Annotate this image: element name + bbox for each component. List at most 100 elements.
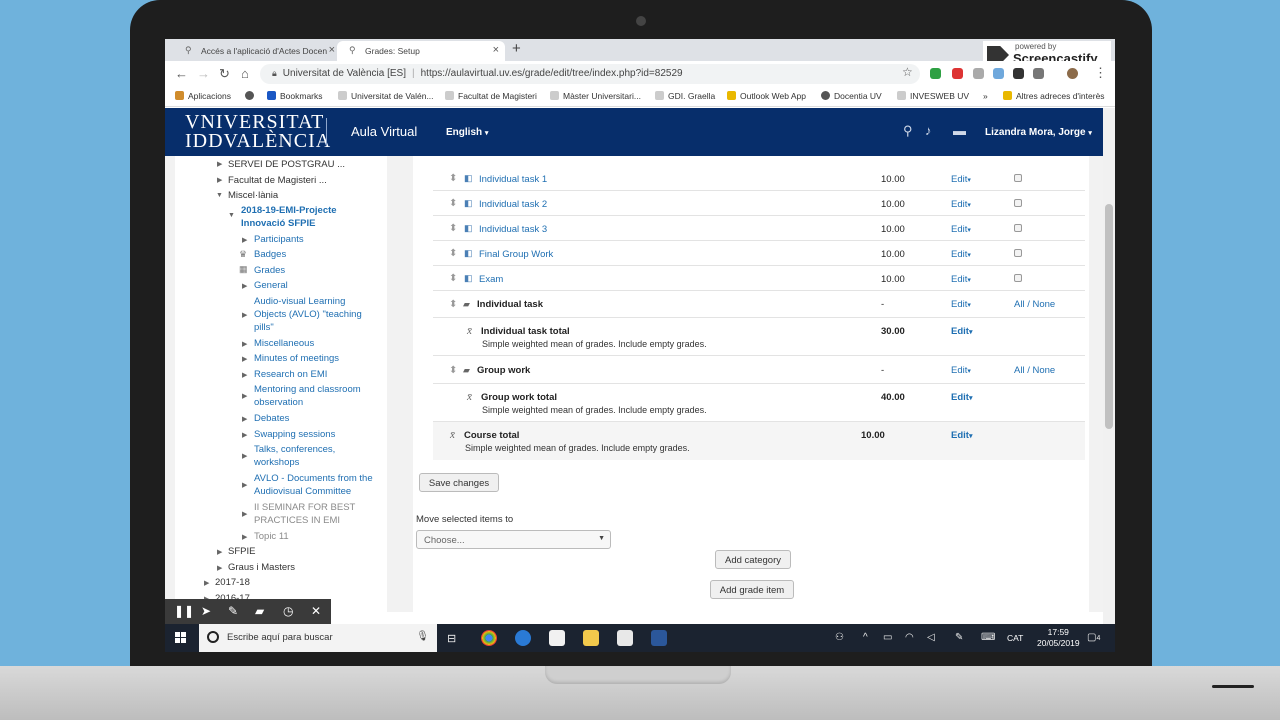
expand-arrow-icon[interactable]: ▶ bbox=[242, 340, 247, 348]
site-name[interactable]: Aula Virtual bbox=[351, 124, 417, 139]
select-all-none-link[interactable]: All / None bbox=[1014, 365, 1055, 376]
nav-section[interactable]: Miscellaneous bbox=[254, 337, 314, 350]
browser-menu-icon[interactable]: ⋮ bbox=[1094, 65, 1107, 81]
bookmarks-overflow[interactable]: » bbox=[983, 91, 988, 101]
grade-item-link[interactable]: Final Group Work bbox=[479, 249, 553, 260]
nav-grades[interactable]: Grades bbox=[254, 264, 285, 277]
input-language[interactable]: CAT bbox=[1007, 633, 1023, 643]
volume-icon[interactable]: ◁ bbox=[927, 632, 935, 643]
nav-item[interactable]: SERVEI DE POSTGRAU ... bbox=[228, 158, 345, 171]
back-icon[interactable]: ← bbox=[175, 66, 188, 81]
windows-start-icon[interactable] bbox=[175, 632, 187, 644]
pen-icon[interactable]: ✎ bbox=[228, 604, 238, 618]
mail-icon[interactable] bbox=[617, 630, 633, 646]
move-handle-icon[interactable]: ⬍ bbox=[449, 365, 457, 376]
collapse-arrow-icon[interactable]: ▼ bbox=[228, 212, 235, 219]
nav-section[interactable]: Talks, conferences, bbox=[254, 443, 335, 456]
move-handle-icon[interactable]: ⬍ bbox=[449, 299, 457, 310]
battery-icon[interactable]: ▭ bbox=[883, 632, 892, 643]
extension-icon[interactable] bbox=[930, 68, 941, 79]
cursor-icon[interactable]: ➤ bbox=[201, 604, 211, 618]
select-all-none-link[interactable]: All / None bbox=[1014, 299, 1055, 310]
edge-icon[interactable] bbox=[515, 630, 531, 646]
nav-section[interactable]: Mentoring and classroom bbox=[254, 383, 361, 396]
bookmark-apps[interactable]: Aplicacions bbox=[175, 91, 231, 101]
messages-icon[interactable]: ▬ bbox=[953, 123, 966, 138]
home-icon[interactable]: ⌂ bbox=[241, 66, 249, 81]
edit-menu[interactable]: Edit▾ bbox=[951, 199, 971, 210]
select-checkbox[interactable] bbox=[1014, 224, 1022, 232]
new-tab-icon[interactable]: + bbox=[512, 40, 521, 57]
select-checkbox[interactable] bbox=[1014, 174, 1022, 182]
expand-arrow-icon[interactable]: ▶ bbox=[242, 371, 247, 379]
nav-section[interactable]: II SEMINAR FOR BEST bbox=[254, 501, 355, 514]
expand-arrow-icon[interactable]: ▶ bbox=[242, 311, 247, 319]
system-clock[interactable]: 17:59 20/05/2019 bbox=[1037, 627, 1080, 649]
save-changes-button[interactable]: Save changes bbox=[419, 473, 499, 492]
timer-icon[interactable]: ◷ bbox=[283, 604, 293, 618]
bookmark-gdi[interactable]: GDI. Graella bbox=[655, 91, 715, 101]
expand-arrow-icon[interactable]: ▶ bbox=[217, 564, 222, 572]
edit-menu[interactable]: Edit▾ bbox=[951, 365, 971, 376]
expand-arrow-icon[interactable]: ▶ bbox=[242, 452, 247, 460]
wifi-icon[interactable]: ◠ bbox=[905, 632, 914, 643]
eraser-icon[interactable]: ▰ bbox=[255, 604, 264, 618]
expand-arrow-icon[interactable]: ▶ bbox=[242, 236, 247, 244]
expand-arrow-icon[interactable]: ▶ bbox=[242, 355, 247, 363]
move-handle-icon[interactable]: ⬍ bbox=[449, 173, 457, 184]
nav-section[interactable]: Topic 11 bbox=[254, 530, 289, 543]
expand-arrow-icon[interactable]: ▶ bbox=[217, 176, 222, 184]
extension-icon[interactable] bbox=[952, 68, 963, 79]
nav-section[interactable]: Audio-visual Learning bbox=[254, 295, 345, 308]
move-handle-icon[interactable]: ⬍ bbox=[449, 273, 457, 284]
select-checkbox[interactable] bbox=[1014, 199, 1022, 207]
nav-section[interactable]: pills" bbox=[254, 321, 274, 334]
nav-item[interactable]: Facultat de Magisteri ... bbox=[228, 174, 327, 187]
grade-item-link[interactable]: Individual task 3 bbox=[479, 224, 547, 235]
nav-badges[interactable]: Badges bbox=[254, 248, 286, 261]
nav-section[interactable]: Objects (AVLO) "teaching bbox=[254, 308, 362, 321]
keyboard-icon[interactable]: ⌨ bbox=[981, 632, 995, 643]
expand-arrow-icon[interactable]: ▶ bbox=[242, 510, 247, 518]
expand-arrow-icon[interactable]: ▶ bbox=[242, 392, 247, 400]
task-view-icon[interactable]: ⊟ bbox=[447, 632, 456, 645]
show-hidden-icons[interactable]: ^ bbox=[863, 632, 868, 643]
nav-section[interactable]: observation bbox=[254, 396, 303, 409]
profile-avatar[interactable] bbox=[1067, 68, 1078, 79]
store-icon[interactable] bbox=[549, 630, 565, 646]
nav-section[interactable]: Research on EMI bbox=[254, 368, 327, 381]
close-tab-icon[interactable]: × bbox=[493, 44, 499, 56]
nav-section[interactable]: General bbox=[254, 279, 288, 292]
edit-menu[interactable]: Edit▾ bbox=[951, 224, 971, 235]
move-handle-icon[interactable]: ⬍ bbox=[449, 223, 457, 234]
nav-item[interactable]: 2017-18 bbox=[215, 576, 250, 589]
bookmark-invesweb[interactable]: INVESWEB UV bbox=[897, 91, 969, 101]
nav-item[interactable]: Graus i Masters bbox=[228, 561, 295, 574]
expand-arrow-icon[interactable]: ▶ bbox=[217, 548, 222, 556]
expand-arrow-icon[interactable]: ▶ bbox=[217, 160, 222, 168]
search-icon[interactable]: ⚲ bbox=[903, 123, 913, 139]
extension-icon[interactable] bbox=[993, 68, 1004, 79]
bookmark-globe[interactable] bbox=[245, 91, 258, 101]
move-handle-icon[interactable]: ⬍ bbox=[449, 248, 457, 259]
edit-menu[interactable]: Edit▾ bbox=[951, 299, 971, 310]
expand-arrow-icon[interactable]: ▶ bbox=[242, 533, 247, 541]
forward-icon[interactable]: → bbox=[197, 66, 210, 81]
notifications-bell-icon[interactable]: ♪ bbox=[925, 123, 932, 138]
nav-section[interactable]: AVLO - Documents from the bbox=[254, 472, 373, 485]
nav-section[interactable]: Swapping sessions bbox=[254, 428, 335, 441]
file-explorer-icon[interactable] bbox=[583, 630, 599, 646]
nav-section[interactable]: PRACTICES IN EMI bbox=[254, 514, 340, 527]
notification-center-icon[interactable]: ▢4 bbox=[1087, 632, 1100, 643]
people-icon[interactable]: ⚇ bbox=[835, 632, 844, 643]
edit-menu[interactable]: Edit▾ bbox=[951, 174, 971, 185]
select-checkbox[interactable] bbox=[1014, 274, 1022, 282]
add-category-button[interactable]: Add category bbox=[715, 550, 791, 569]
grade-item-link[interactable]: Individual task 1 bbox=[479, 174, 547, 185]
edit-menu[interactable]: Edit▾ bbox=[951, 274, 971, 285]
collapse-arrow-icon[interactable]: ▼ bbox=[216, 192, 223, 199]
nav-item[interactable]: SFPIE bbox=[228, 545, 255, 558]
chrome-icon[interactable] bbox=[481, 630, 497, 646]
edit-menu[interactable]: Edit▾ bbox=[951, 430, 972, 441]
address-bar[interactable]: 🔒︎ Universitat de València [ES] | https://a… bbox=[260, 64, 920, 84]
